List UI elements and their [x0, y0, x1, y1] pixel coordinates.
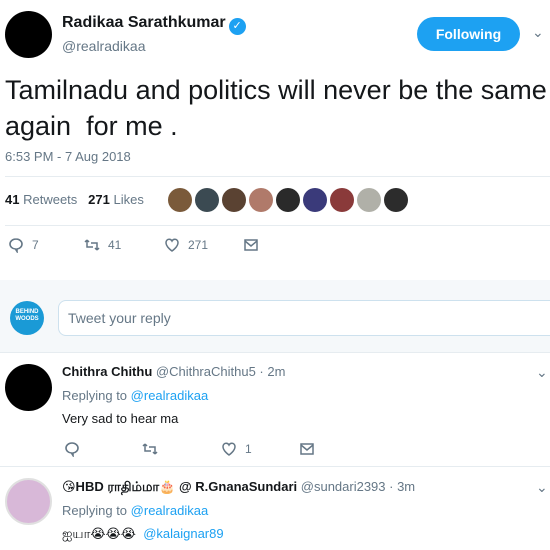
tweet-text: Tamilnadu and politics will never be the…: [5, 75, 547, 141]
behindwoods-logo: BEHIND WOODS: [10, 301, 44, 335]
retweet-icon: [84, 239, 100, 251]
liker-avatar[interactable]: [249, 188, 273, 212]
heart-icon: [165, 238, 179, 252]
replying-prefix: Replying to: [62, 388, 128, 403]
like-action-count: 271: [188, 238, 209, 252]
reply-text: ஐயா😭😭😭 @kalaignar89: [62, 526, 224, 543]
reply-handle[interactable]: @ChithraChithu5 · 2m: [156, 364, 286, 379]
replying-to: Replying to @realradikaa: [62, 503, 208, 518]
reply-author[interactable]: Chithra Chithu @ChithraChithu5 · 2m: [62, 364, 285, 379]
liker-avatar[interactable]: [168, 188, 192, 212]
reply-like-count: 1: [245, 442, 252, 456]
reply-avatar[interactable]: [5, 364, 52, 411]
reply-text: Very sad to hear ma: [62, 411, 179, 426]
author-name[interactable]: Radikaa Sarathkumar ✓: [62, 14, 246, 35]
like-action[interactable]: 1: [221, 441, 252, 457]
divider: [0, 466, 550, 467]
reply-action[interactable]: 7: [8, 237, 39, 253]
chevron-down-icon[interactable]: ⌄: [536, 479, 548, 496]
envelope-icon: [300, 443, 314, 455]
replying-to-link[interactable]: @realradikaa: [131, 503, 209, 518]
message-action[interactable]: [299, 441, 315, 457]
replying-prefix: Replying to: [62, 503, 128, 518]
replying-to-link[interactable]: @realradikaa: [131, 388, 209, 403]
author-avatar[interactable]: [5, 11, 52, 58]
liker-avatar[interactable]: [330, 188, 354, 212]
like-action[interactable]: 271: [164, 237, 208, 253]
tweet-timestamp[interactable]: 6:53 PM - 7 Aug 2018: [5, 149, 131, 164]
reply-handle[interactable]: @sundari2393 · 3m: [301, 479, 415, 494]
verified-badge-icon: ✓: [228, 18, 246, 35]
liker-avatars: [168, 188, 408, 212]
envelope-icon: [244, 239, 258, 251]
reply-text-body: ஐயா😭😭😭: [62, 526, 136, 541]
reply-name[interactable]: 😘HBD ராதிம்மா🎂 @ R.GnanaSundari: [62, 479, 297, 494]
liker-avatar[interactable]: [384, 188, 408, 212]
liker-avatar[interactable]: [357, 188, 381, 212]
liker-avatar[interactable]: [222, 188, 246, 212]
retweet-action-count: 41: [108, 238, 122, 252]
reply-input[interactable]: Tweet your reply: [58, 300, 550, 336]
author-name-text[interactable]: Radikaa Sarathkumar: [62, 14, 226, 31]
author-handle[interactable]: @realradikaa: [62, 38, 145, 54]
retweet-count[interactable]: 41: [5, 192, 19, 207]
reply-author[interactable]: 😘HBD ராதிம்மா🎂 @ R.GnanaSundari @sundari…: [62, 479, 415, 496]
tweet-stats: 41 Retweets 271 Likes: [5, 192, 144, 207]
retweets-label[interactable]: Retweets: [23, 192, 77, 207]
like-count[interactable]: 271: [88, 192, 110, 207]
replying-to: Replying to @realradikaa: [62, 388, 208, 403]
mention-link[interactable]: @kalaignar89: [143, 526, 223, 541]
chevron-down-icon[interactable]: ⌄: [532, 24, 544, 41]
reply-icon: [9, 238, 23, 253]
liker-avatar[interactable]: [195, 188, 219, 212]
reply-count: 7: [32, 238, 39, 252]
retweet-icon: [142, 443, 158, 455]
divider: [5, 176, 550, 177]
retweet-action[interactable]: 41: [84, 237, 121, 253]
reply-icon: [65, 442, 79, 457]
following-button[interactable]: Following: [417, 17, 520, 51]
retweet-action[interactable]: [142, 441, 158, 457]
divider: [5, 225, 550, 226]
likes-label[interactable]: Likes: [113, 192, 143, 207]
chevron-down-icon[interactable]: ⌄: [536, 364, 548, 381]
liker-avatar[interactable]: [276, 188, 300, 212]
message-action[interactable]: [243, 237, 259, 253]
liker-avatar[interactable]: [303, 188, 327, 212]
heart-icon: [222, 442, 236, 456]
divider: [0, 352, 550, 353]
reply-action[interactable]: [64, 441, 80, 457]
reply-avatar[interactable]: [5, 478, 52, 525]
reply-name[interactable]: Chithra Chithu: [62, 364, 152, 379]
